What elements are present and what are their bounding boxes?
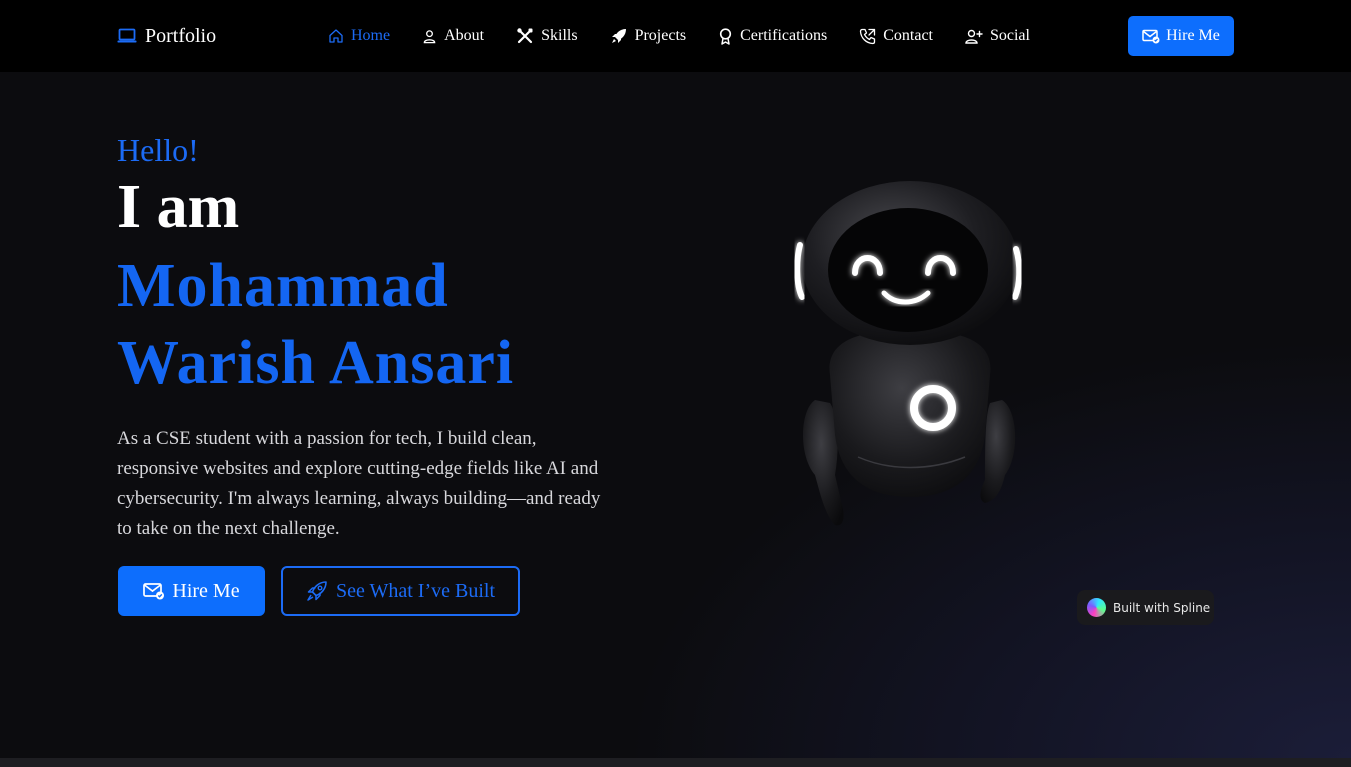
nav-label-certifications: Certifications xyxy=(740,27,828,44)
hero-name-line1: Mohammad xyxy=(117,252,449,320)
hero-bio: As a CSE student with a passion for tech… xyxy=(117,428,601,539)
nav-item-contact[interactable]: Contact xyxy=(859,27,933,45)
spline-badge-label: Built with Spline xyxy=(1113,600,1211,615)
award-icon xyxy=(720,27,732,45)
rocket-icon xyxy=(307,581,327,601)
nav-item-skills[interactable]: Skills xyxy=(516,27,578,45)
user-plus-icon xyxy=(965,29,983,44)
user-icon xyxy=(423,29,436,43)
home-icon xyxy=(329,29,343,43)
phone-icon xyxy=(860,28,876,44)
mail-icon xyxy=(1142,29,1160,43)
hero-name: Mohammad Warish Ansari xyxy=(117,248,514,402)
see-projects-label: See What I’ve Built xyxy=(335,579,496,602)
next-section-edge xyxy=(0,758,1351,767)
hero-intro: I am xyxy=(117,173,240,241)
nav-label-social: Social xyxy=(989,27,1030,44)
hire-me-label: Hire Me xyxy=(172,579,240,602)
mail-icon xyxy=(143,583,165,600)
nav-label-contact: Contact xyxy=(883,27,933,44)
laptop-icon xyxy=(117,28,137,43)
nav-label-projects: Projects xyxy=(634,27,687,44)
built-with-spline-badge[interactable]: Built with Spline xyxy=(1077,590,1214,625)
hero-greeting: Hello! xyxy=(117,132,199,168)
nav-links: Home About Skills Projects Certification… xyxy=(328,22,1062,50)
nav-item-home[interactable]: Home xyxy=(328,27,390,45)
nav-item-projects[interactable]: Projects xyxy=(610,27,687,45)
see-projects-button[interactable]: See What I’ve Built xyxy=(281,566,520,616)
tools-icon xyxy=(517,28,533,44)
nav-item-about[interactable]: About xyxy=(422,27,484,45)
robot-illustration xyxy=(794,181,1023,526)
hero-name-line2: Warish Ansari xyxy=(117,329,515,397)
brand-link[interactable]: Portfolio xyxy=(117,22,216,50)
nav-item-certifications[interactable]: Certifications xyxy=(718,27,827,45)
hire-me-button[interactable]: Hire Me xyxy=(118,566,265,616)
nav-hire-label: Hire Me xyxy=(1166,27,1220,44)
spline-logo-icon xyxy=(1087,598,1106,617)
rocket-icon xyxy=(611,29,626,43)
nav-item-social[interactable]: Social xyxy=(965,27,1030,45)
nav-hire-button[interactable]: Hire Me xyxy=(1128,16,1234,56)
brand-label: Portfolio xyxy=(145,24,217,47)
nav-label-about: About xyxy=(444,27,485,44)
navbar: Portfolio Home About Skills Projects Cer… xyxy=(0,0,1351,72)
nav-label-skills: Skills xyxy=(541,27,578,44)
nav-label-home: Home xyxy=(351,27,391,44)
